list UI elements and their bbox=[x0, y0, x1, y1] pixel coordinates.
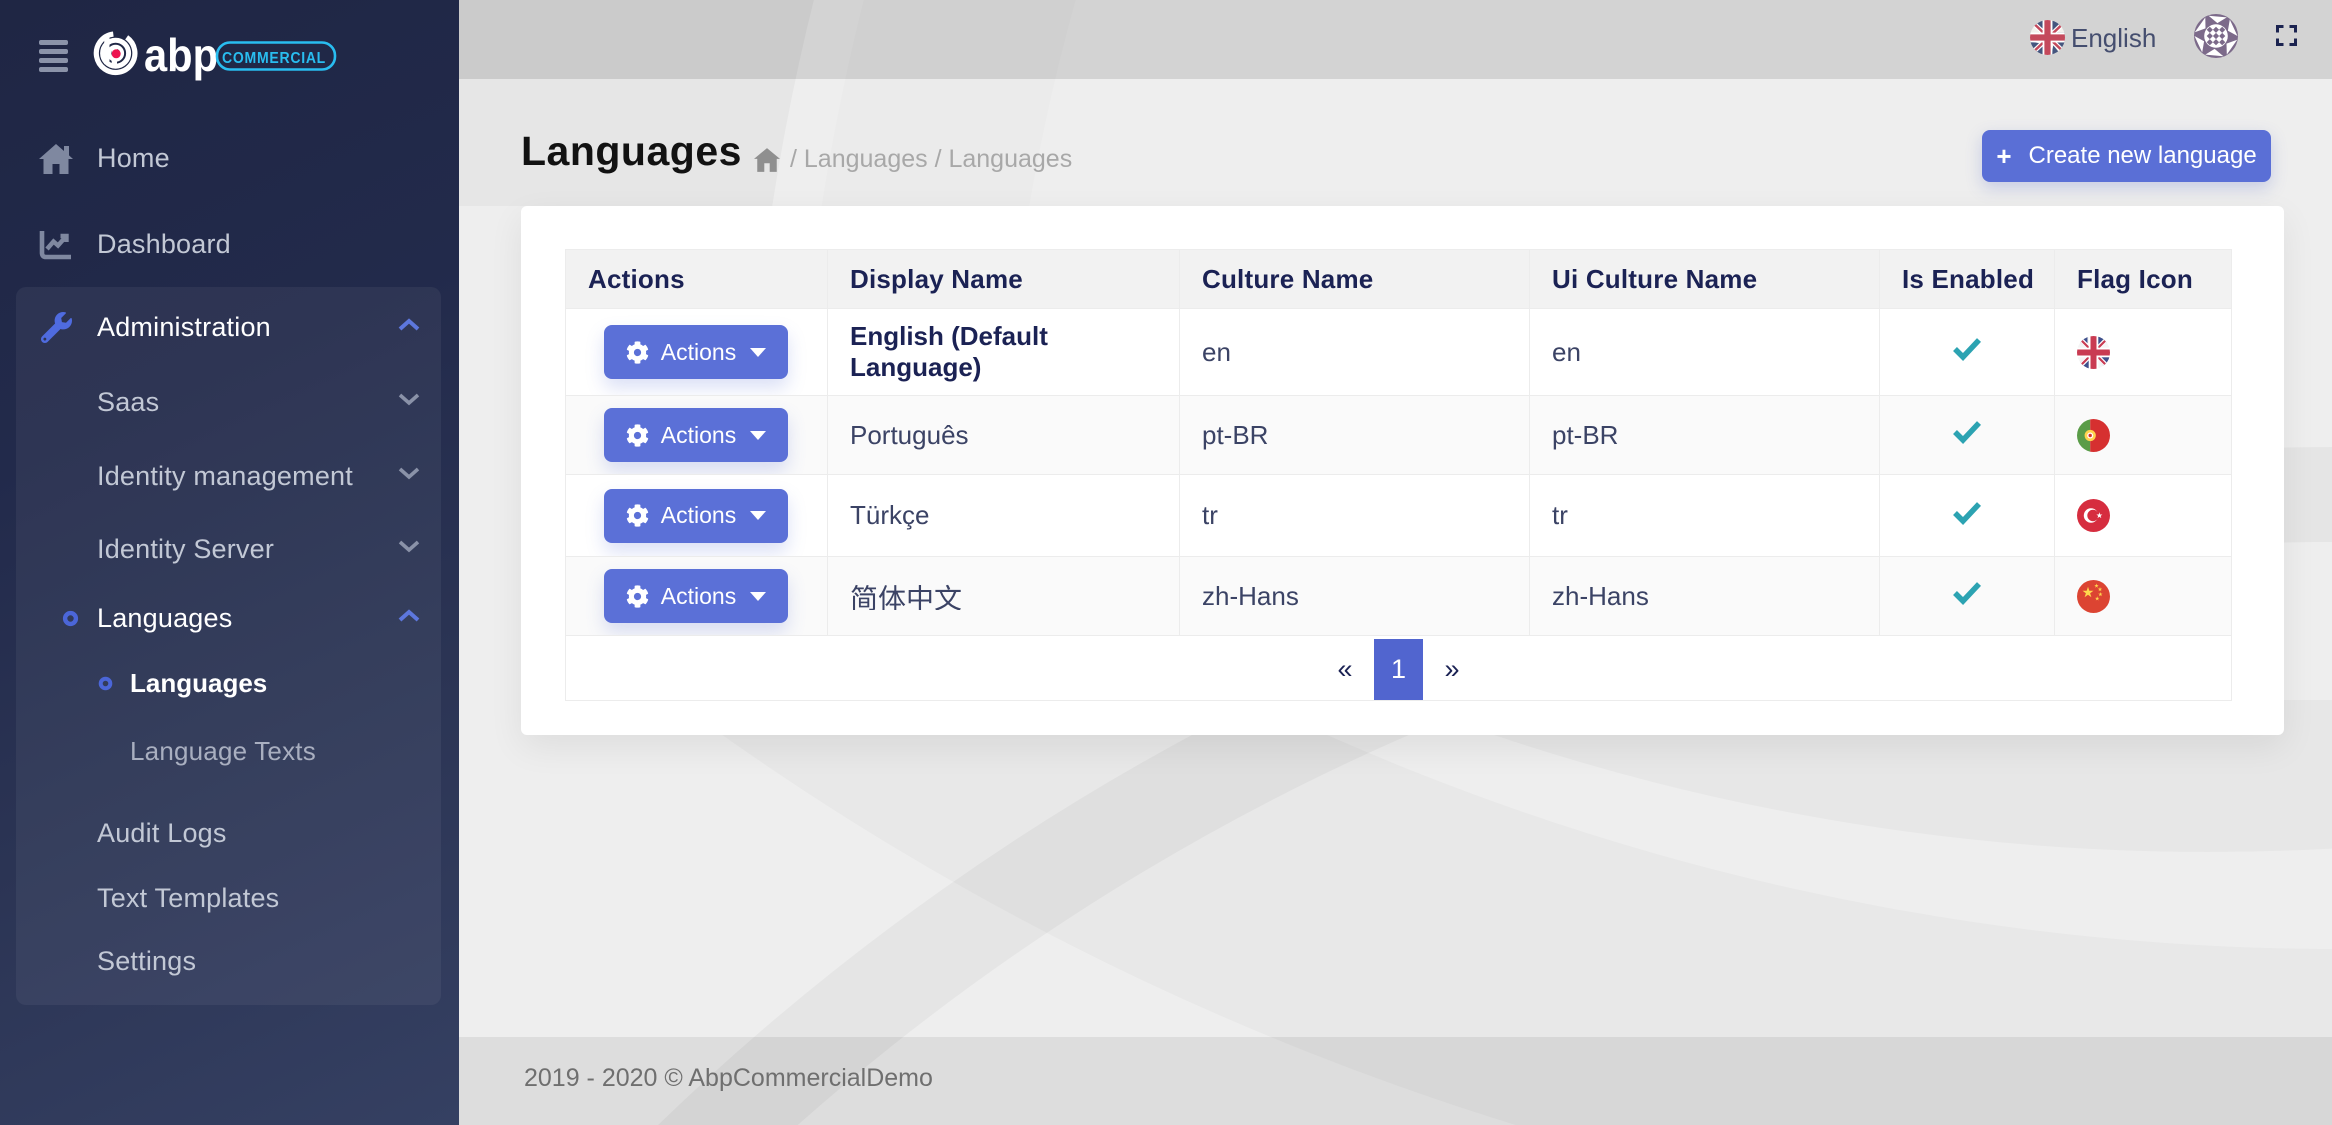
svg-text:COMMERCIAL: COMMERCIAL bbox=[222, 50, 326, 67]
svg-text:abp: abp bbox=[144, 29, 218, 81]
